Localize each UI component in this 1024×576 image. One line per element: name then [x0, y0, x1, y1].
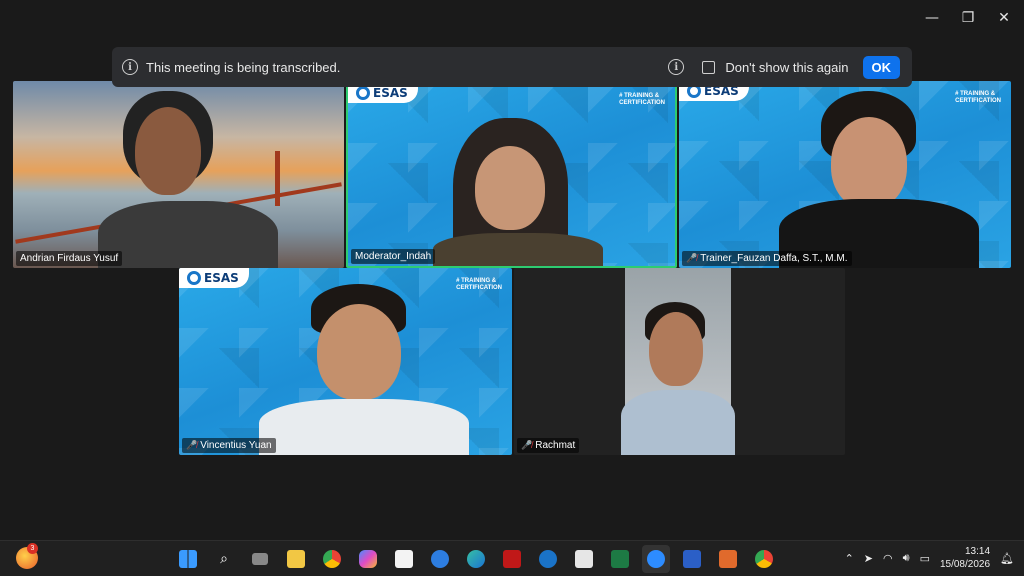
clock-time: 13:14	[965, 546, 991, 557]
zoom-meeting-window: — ❐ ✕ Andrian Firdaus Yusuf ESAS # TRAIN…	[0, 0, 1024, 540]
participant-name: 🎤̸ Trainer_Fauzan Daffa, S.T., M.M.	[682, 251, 852, 266]
copilot-icon[interactable]	[354, 545, 382, 573]
word-icon[interactable]	[678, 545, 706, 573]
dont-show-label[interactable]: Don't show this again	[725, 60, 848, 75]
clock[interactable]: 13:14 15/08/2026	[940, 545, 990, 571]
location-icon[interactable]: ➤	[864, 552, 873, 565]
participant-video	[259, 284, 469, 455]
video-tile-andrian[interactable]: Andrian Firdaus Yusuf	[13, 81, 344, 268]
mic-muted-icon: 🎤̸	[521, 440, 533, 450]
video-tile-moderator[interactable]: ESAS # TRAINING & CERTIFICATION Moderator…	[346, 81, 677, 268]
participant-video	[433, 118, 603, 266]
windows-start-icon[interactable]	[174, 545, 202, 573]
video-tile-trainer[interactable]: ESAS # TRAINING & CERTIFICATION 🎤̸ Trainer…	[679, 81, 1011, 268]
participant-name: Moderator_Indah	[351, 249, 436, 264]
volume-icon[interactable]: 🔊︎	[903, 552, 910, 565]
video-tile-rachmat[interactable]: 🎤̸ Rachmat	[514, 268, 845, 455]
wifi-icon[interactable]: ◠	[883, 552, 893, 565]
participant-video	[98, 91, 283, 268]
training-tag: # TRAINING & CERTIFICATION	[619, 93, 665, 106]
participant-name: Andrian Firdaus Yusuf	[16, 251, 123, 266]
calendar-icon[interactable]	[570, 545, 598, 573]
transcription-banner: i This meeting is being transcribed. i D…	[112, 47, 912, 87]
search-icon[interactable]: ⌕	[210, 545, 238, 573]
restore-button[interactable]: ❐	[954, 6, 982, 30]
ok-button[interactable]: OK	[862, 55, 900, 79]
info-icon: i	[122, 59, 138, 75]
notification-badge: 3	[27, 543, 38, 554]
chevron-up-icon[interactable]: ⌃	[845, 552, 854, 565]
task-view-icon[interactable]	[246, 545, 274, 573]
media-player-icon[interactable]	[714, 545, 742, 573]
transcription-message: This meeting is being transcribed.	[146, 59, 341, 75]
excel-icon[interactable]	[606, 545, 634, 573]
mcafee-icon[interactable]	[498, 545, 526, 573]
clock-date: 15/08/2026	[939, 559, 991, 570]
mic-muted-icon: 🎤̸	[686, 253, 698, 263]
help-icon[interactable]	[426, 545, 454, 573]
participant-name: 🎤̸ Rachmat	[517, 438, 580, 453]
windows-taskbar: 3 ⌕ ⌃ ➤ ◠ 🔊︎ ▭ 13:14 15/08/2026 🔔︎	[0, 540, 1024, 576]
mic-muted-icon: 🎤̸	[186, 440, 198, 450]
battery-icon[interactable]: ▭	[920, 552, 930, 565]
chrome-icon[interactable]	[318, 545, 346, 573]
dont-show-checkbox[interactable]	[702, 60, 716, 74]
info-icon[interactable]: i	[668, 59, 685, 75]
video-tile-vincentius[interactable]: ESAS # TRAINING & CERTIFICATION 🎤̸ Vincent…	[179, 268, 512, 455]
file-explorer-icon[interactable]	[282, 545, 310, 573]
chrome-profile-icon[interactable]	[750, 545, 778, 573]
taskbar-apps: ⌕	[174, 545, 778, 573]
participant-video	[621, 268, 735, 455]
system-tray: ⌃ ➤ ◠ 🔊︎ ▭ 13:14 15/08/2026 🔔︎	[845, 545, 1014, 571]
esas-logo: ESAS	[179, 268, 249, 288]
window-controls: — ❐ ✕	[918, 6, 1018, 30]
hp-icon[interactable]	[534, 545, 562, 573]
microsoft-store-icon[interactable]	[390, 545, 418, 573]
zoom-icon[interactable]	[642, 545, 670, 573]
participant-name: 🎤̸ Vincentius Yuan	[182, 438, 276, 453]
notification-bell-icon[interactable]: 🔔︎	[1000, 552, 1014, 565]
close-button[interactable]: ✕	[990, 6, 1018, 30]
edge-icon[interactable]	[462, 545, 490, 573]
participant-video	[779, 89, 989, 268]
minimize-button[interactable]: —	[918, 6, 946, 30]
